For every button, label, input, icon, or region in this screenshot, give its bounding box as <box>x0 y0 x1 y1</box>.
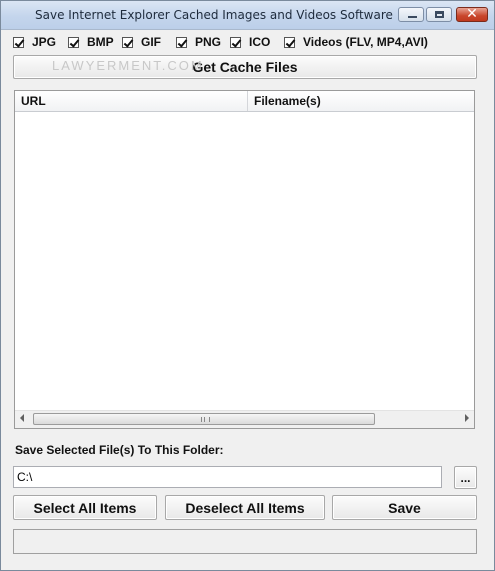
filter-bmp-label: BMP <box>87 35 114 49</box>
list-header: URL Filename(s) <box>15 91 474 112</box>
filter-jpg-label: JPG <box>32 35 57 49</box>
title-bar[interactable]: Save Internet Explorer Cached Images and… <box>1 1 494 30</box>
window-title: Save Internet Explorer Cached Images and… <box>35 8 393 22</box>
watermark: LAWYERMENT.COM <box>52 58 204 73</box>
checkbox-checked-icon[interactable] <box>13 36 24 48</box>
cache-files-list[interactable]: URL Filename(s) <box>14 90 475 429</box>
folder-label: Save Selected File(s) To This Folder: <box>15 443 224 457</box>
browse-folder-button[interactable]: ... <box>454 466 477 489</box>
folder-path-input[interactable] <box>13 466 442 488</box>
checkbox-checked-icon[interactable] <box>122 36 133 48</box>
minimize-button[interactable] <box>398 7 424 22</box>
deselect-all-button[interactable]: Deselect All Items <box>165 495 325 520</box>
checkbox-checked-icon[interactable] <box>230 36 241 48</box>
filter-png[interactable]: PNG <box>176 34 221 50</box>
get-cache-files-label: Get Cache Files <box>192 59 298 75</box>
close-button[interactable]: ✕ <box>456 6 488 22</box>
grip-icon <box>201 417 210 422</box>
filter-png-label: PNG <box>195 35 222 49</box>
filter-bmp[interactable]: BMP <box>68 34 114 50</box>
maximize-icon <box>435 11 444 18</box>
close-icon: ✕ <box>466 6 478 22</box>
filter-jpg[interactable]: JPG <box>13 34 56 50</box>
column-header-url[interactable]: URL <box>15 91 248 111</box>
checkbox-checked-icon[interactable] <box>176 36 187 48</box>
minimize-icon <box>408 16 417 18</box>
filter-gif[interactable]: GIF <box>122 34 161 50</box>
app-window: Save Internet Explorer Cached Images and… <box>0 0 495 571</box>
get-cache-files-button[interactable]: LAWYERMENT.COM Get Cache Files <box>13 55 477 79</box>
filter-ico-label: ICO <box>249 35 271 49</box>
filter-videos-label: Videos (FLV, MP4,AVI) <box>303 35 428 49</box>
checkbox-checked-icon[interactable] <box>284 36 295 48</box>
status-bar <box>13 529 477 554</box>
horizontal-scrollbar[interactable] <box>15 410 474 428</box>
filter-ico[interactable]: ICO <box>230 34 270 50</box>
maximize-button[interactable] <box>426 7 452 22</box>
checkbox-checked-icon[interactable] <box>68 36 79 48</box>
column-header-filename[interactable]: Filename(s) <box>248 91 474 111</box>
filter-gif-label: GIF <box>141 35 161 49</box>
select-all-button[interactable]: Select All Items <box>13 495 157 520</box>
scroll-right-arrow-icon[interactable] <box>465 414 469 422</box>
filter-videos[interactable]: Videos (FLV, MP4,AVI) <box>284 34 428 50</box>
save-button[interactable]: Save <box>332 495 477 520</box>
scrollbar-thumb[interactable] <box>33 413 375 425</box>
scroll-left-arrow-icon[interactable] <box>20 414 24 422</box>
